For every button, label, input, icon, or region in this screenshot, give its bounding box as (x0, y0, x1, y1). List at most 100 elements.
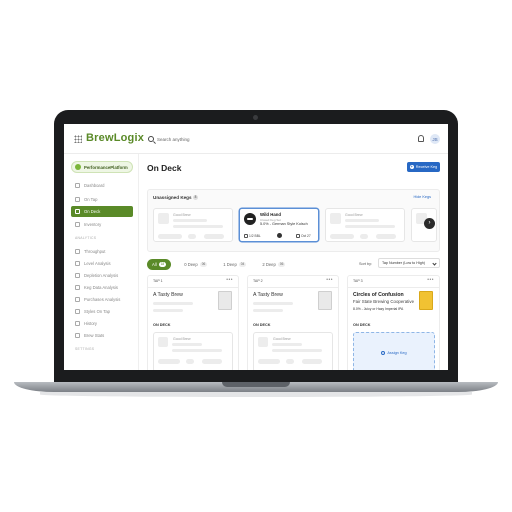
placeholder-pill (258, 359, 280, 364)
tap-beer-name: A Tasty Brew (253, 292, 283, 298)
depletion-icon (75, 272, 80, 278)
sidebar-item-label: History (84, 320, 98, 326)
sidebar-item-on-tap[interactable]: On Tap (71, 194, 133, 204)
placeholder-line (345, 219, 379, 222)
sort-by-label: Sort by: (359, 262, 373, 266)
filter-chip-0-deep[interactable]: 0 Deep 06 (181, 259, 210, 270)
filter-chip-count: 04 (238, 262, 247, 267)
filter-chip-1-deep[interactable]: 1 Deep 04 (220, 259, 249, 270)
placeholder-line (173, 219, 207, 222)
bell-icon[interactable] (418, 135, 424, 142)
filter-icon (75, 248, 80, 254)
hide-kegs-link[interactable]: Hide Kegs (413, 195, 431, 199)
unassigned-keg-card-selected[interactable]: Wild Hand Closed Keg Set 5.0% - German S… (239, 208, 319, 242)
sidebar: PerformancePlatform Dashboard On Tap On … (64, 154, 139, 370)
sidebar-item-label: Keg Data Analysis (84, 284, 118, 290)
styles-icon (75, 308, 80, 314)
page-title: On Deck (147, 163, 182, 173)
more-options-icon[interactable]: ••• (226, 277, 233, 283)
unassigned-keg-card[interactable]: Good Brew (153, 208, 233, 242)
inventory-icon (75, 221, 80, 227)
tap-number: TAP 2 (253, 279, 263, 283)
keg-icon (158, 213, 169, 224)
sidebar-item-styles-on-tap[interactable]: Styles On Tap (71, 306, 133, 316)
search-icon (148, 136, 154, 142)
keg-brewery: Good Brew (345, 213, 363, 217)
sidebar-item-history[interactable]: History (71, 318, 133, 328)
placeholder-line (345, 225, 395, 228)
platform-selector[interactable]: PerformancePlatform (71, 161, 133, 173)
unassigned-kegs-panel: Unassigned Kegs 8 Hide Kegs Good Brew Wi… (147, 189, 440, 252)
sort-select[interactable]: Tap Number (Low to High) (378, 258, 440, 268)
sidebar-item-keg-data-analysis[interactable]: Keg Data Analysis (71, 282, 133, 292)
placeholder-pill (186, 359, 194, 364)
sidebar-item-level-analysis[interactable]: Level Analysis (71, 258, 133, 268)
sidebar-item-label: Purchases Analysis (84, 296, 121, 302)
sidebar-item-depletion-analysis[interactable]: Depletion Analysis (71, 270, 133, 280)
filter-chip-count: 06 (277, 262, 286, 267)
scroll-right-button[interactable]: › (424, 218, 435, 229)
assign-keg-dropzone[interactable]: Assign Keg (353, 332, 435, 370)
on-deck-keg-card[interactable]: Good Brew (253, 332, 333, 370)
placeholder-line (153, 309, 183, 312)
level-icon (75, 260, 80, 266)
tap-column-1: TAP 1 ••• A Tasty Brew ON DECK Good Brew (147, 275, 239, 370)
sidebar-item-purchases-analysis[interactable]: Purchases Analysis (71, 294, 133, 304)
sidebar-item-throughput[interactable]: Throughput (71, 246, 133, 256)
sidebar-item-label: Depletion Analysis (84, 272, 119, 278)
keg-icon (75, 209, 80, 214)
filter-chip-2-deep[interactable]: 2 Deep 06 (259, 259, 288, 270)
more-options-icon[interactable]: ••• (326, 277, 333, 283)
keg-level-icon (419, 291, 433, 310)
keg-level-icon (218, 291, 232, 310)
sidebar-item-inventory[interactable]: Inventory (71, 219, 133, 229)
tap-brewery-name: Fair State Brewing Cooperative (353, 299, 415, 304)
keg-icon (158, 337, 168, 347)
keg-brewery: Good Brew (273, 337, 291, 341)
sidebar-item-on-deck[interactable]: On Deck (71, 206, 133, 217)
keg-level-icon (318, 291, 332, 310)
plus-icon: + (409, 165, 414, 169)
placeholder-pill (158, 359, 180, 364)
filter-chip-label: All (152, 262, 157, 267)
divider (148, 287, 238, 288)
plus-circle-icon (381, 351, 386, 355)
unassigned-kegs-title: Unassigned Kegs (153, 195, 192, 200)
keg-size-icon (244, 234, 248, 238)
placeholder-pill (158, 234, 182, 239)
filter-chip-label: 0 Deep (184, 262, 198, 267)
filter-chip-all[interactable]: All 18 (147, 259, 172, 270)
apps-grid-icon[interactable] (74, 135, 82, 143)
filter-chip-label: 1 Deep (223, 262, 237, 267)
laptop-shadow (40, 392, 472, 397)
divider (248, 287, 338, 288)
placeholder-pill (376, 234, 396, 239)
avatar[interactable]: JS (430, 134, 440, 144)
tap-icon (75, 196, 80, 202)
search-input[interactable]: Search anything (157, 137, 190, 142)
sidebar-item-dashboard[interactable]: Dashboard (71, 180, 133, 190)
keg-size-label: 1/2 BBL (249, 234, 261, 238)
placeholder-pill (202, 359, 222, 364)
keg-brewery: Good Brew (173, 337, 191, 341)
clock-icon (296, 234, 300, 238)
app-screen: BrewLogix Search anything JS Performance… (64, 124, 448, 370)
sidebar-item-label: Brew Stats (84, 332, 105, 338)
app-logo[interactable]: BrewLogix (86, 132, 144, 144)
tap-beer-name: A Tasty Brew (153, 292, 183, 298)
sidebar-item-label: Throughput (84, 248, 106, 254)
receive-keg-button[interactable]: + Receive Keg (407, 162, 440, 172)
camera-dot (253, 115, 258, 120)
unassigned-keg-card[interactable]: Good Brew (325, 208, 405, 242)
divider (348, 287, 439, 288)
sidebar-item-brew-stats[interactable]: Brew Stats (71, 330, 133, 340)
tap-beer-style: 8.0% - Juicy or Hazy Imperial IPA (353, 307, 404, 311)
keg-icon (258, 337, 268, 347)
sidebar-item-label: Dashboard (84, 182, 105, 188)
on-deck-keg-card[interactable]: Good Brew (153, 332, 233, 370)
placeholder-pill (204, 234, 224, 239)
more-options-icon[interactable]: ••• (427, 277, 434, 283)
search-box[interactable]: Search anything (148, 133, 258, 145)
purchases-icon (75, 296, 80, 302)
keg-description: 5.0% - German Style Kolsch (260, 222, 308, 226)
